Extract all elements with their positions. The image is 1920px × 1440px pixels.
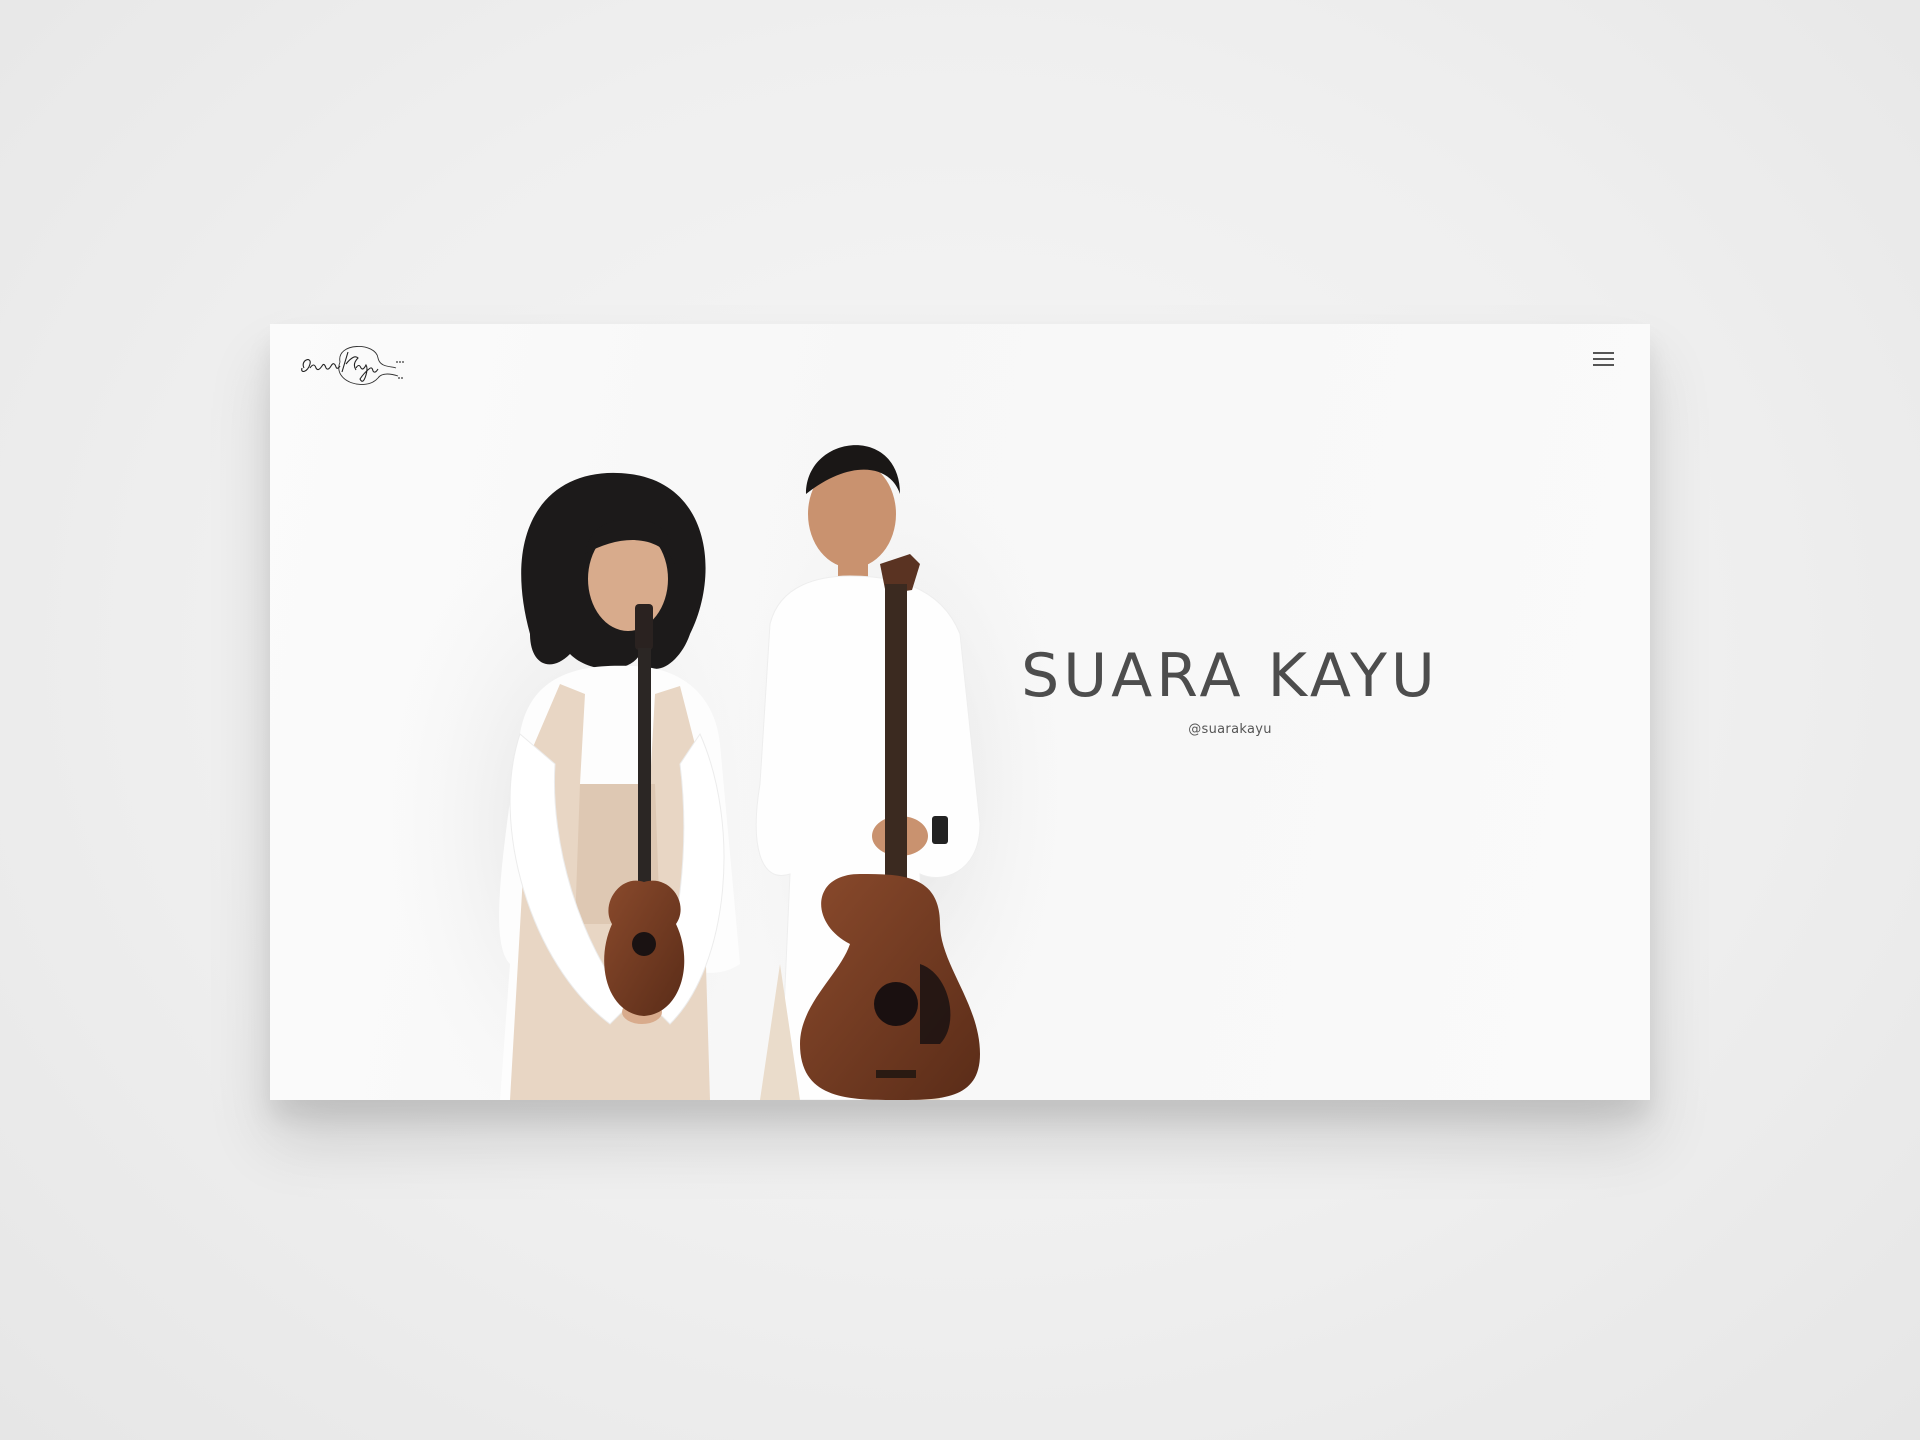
duo-with-guitars-illustration	[390, 445, 1070, 1100]
suara-kayu-logo[interactable]	[296, 338, 408, 394]
menu-line	[1592, 364, 1614, 366]
website-mockup: SUARA KAYU @suarakayu	[270, 324, 1650, 1100]
menu-line	[1592, 352, 1614, 354]
menu-line	[1592, 358, 1614, 360]
hero-title: SUARA KAYU	[1021, 641, 1439, 711]
hamburger-menu-button[interactable]	[1588, 344, 1618, 374]
hero-band-photo	[380, 404, 1080, 1100]
social-handle[interactable]: @suarakayu	[970, 722, 1490, 737]
logo-signature-icon	[301, 346, 404, 385]
